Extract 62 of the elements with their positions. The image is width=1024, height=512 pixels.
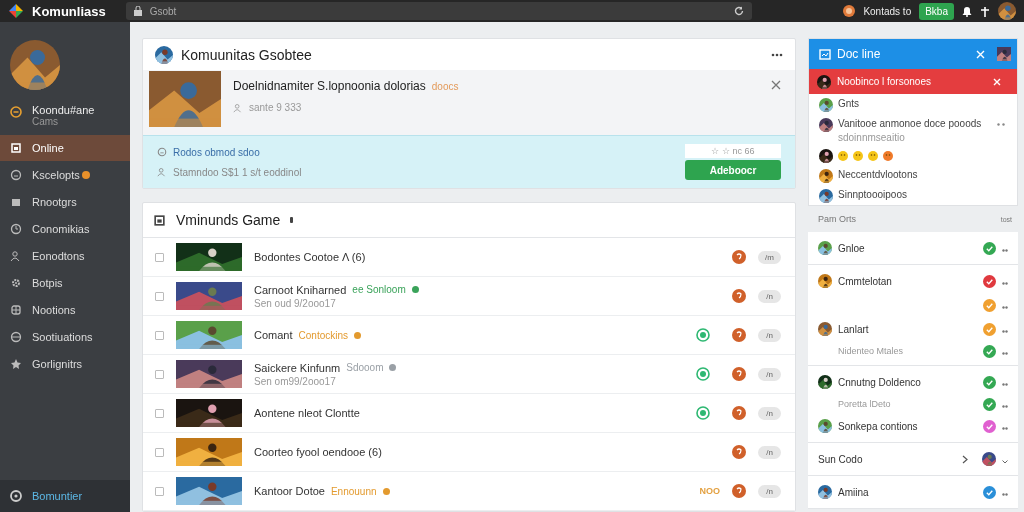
- friend-status: Nidenteo Mtales: [837, 346, 904, 356]
- friend-name[interactable]: Amiina: [838, 486, 869, 498]
- user-name[interactable]: Kontads to: [863, 5, 912, 17]
- sidebar-item[interactable]: Conomikias: [0, 215, 130, 242]
- friend-name[interactable]: Cmmtelotan: [838, 275, 892, 287]
- sidebar-item[interactable]: Gorlignitrs: [0, 350, 130, 377]
- game-title[interactable]: Comant: [254, 329, 293, 341]
- game-title[interactable]: Saickere Kinfunm: [254, 361, 341, 374]
- sidebar-item[interactable]: Online: [0, 135, 130, 161]
- friend-name[interactable]: Cnnutng Doldenco: [838, 376, 921, 388]
- friend-status: Poretta lDeto: [837, 399, 891, 409]
- card-title: Komuunitas Gsobtee: [181, 46, 312, 63]
- game-tag: Sdooom: [346, 362, 384, 373]
- sidebar-item[interactable]: Botpis: [0, 269, 130, 296]
- game-tag: Ennouunn: [330, 485, 377, 497]
- featured-meta: sante 9 333: [249, 102, 302, 113]
- panel-title: Doc line: [837, 47, 882, 61]
- status-pill[interactable]: /n: [758, 406, 781, 420]
- status-pill[interactable]: /n: [758, 328, 781, 342]
- status-pill[interactable]: /m: [758, 250, 781, 264]
- app-title: Komunliass: [32, 3, 106, 19]
- sidebar-item[interactable]: Nootions: [0, 296, 130, 323]
- featured-title: Doelnidnamiter S.lopnoonia dolorias: [233, 79, 426, 93]
- game-title[interactable]: Kantoor Dotoe: [254, 485, 325, 497]
- game-title[interactable]: Coorteo fyool oendooe (6): [254, 446, 382, 458]
- sidebar-item[interactable]: Eonodtons: [0, 242, 130, 269]
- notification-text: Gnts: [838, 98, 861, 109]
- game-title[interactable]: Bodontes Cootoe Λ (6): [254, 251, 366, 263]
- notification-text: Sinnptoooipoos: [838, 189, 908, 200]
- profile-subtitle: Cams: [32, 116, 60, 127]
- sidebar-footer[interactable]: Bomuntier: [0, 480, 130, 512]
- status-pill[interactable]: /n: [758, 289, 781, 303]
- notification-text: Neccentdvlootons: [838, 169, 919, 180]
- list-title: Vminunds Game: [176, 212, 281, 228]
- sidebar-item[interactable]: Sootiuations: [0, 323, 130, 350]
- game-subtitle: Sen oud 9/2ooo17: [254, 297, 337, 309]
- game-title[interactable]: Aontene nleot Clontte: [254, 407, 360, 419]
- game-title[interactable]: Carnoot Kniharned: [254, 283, 347, 296]
- friend-name[interactable]: Sun Codo: [818, 453, 863, 465]
- friend-name[interactable]: Sonkepa contions: [838, 420, 918, 432]
- section-label: Pam Orts: [818, 214, 856, 224]
- alert-text: Noobinco l forsonoes: [837, 76, 932, 87]
- game-note: NOO: [699, 486, 720, 496]
- profile-name: Koondu#ane: [32, 104, 95, 116]
- tally-text: ☆ ☆ nc 66: [685, 144, 781, 158]
- friend-name[interactable]: Lanlart: [838, 323, 869, 335]
- sidebar-item[interactable]: Rnootgrs: [0, 188, 130, 215]
- sidebar-item[interactable]: Kscelopts: [0, 161, 130, 188]
- game-tag: Contockins: [298, 329, 348, 341]
- banner-link[interactable]: Rodos obmod sdoo: [173, 146, 260, 158]
- status-pill[interactable]: /n: [758, 367, 781, 381]
- status-pill[interactable]: /n: [758, 445, 781, 459]
- game-subtitle: Sen om99/2ooo17: [254, 375, 337, 387]
- message-subtitle: sdoinnmseaitio: [838, 132, 906, 143]
- status-pill[interactable]: /n: [758, 484, 781, 498]
- message-text: Vanitooe anmonoe doce pooods: [838, 118, 983, 129]
- friend-name[interactable]: Gnloe: [838, 242, 865, 254]
- game-tag: ee Sonloom: [352, 284, 406, 295]
- featured-tag: doocs: [431, 80, 459, 92]
- banner-text: Stamndoo S$1 1 s/t eoddinol: [173, 166, 302, 178]
- search-bar[interactable]: Gsobt: [125, 2, 752, 20]
- search-field[interactable]: Gsobt: [149, 5, 726, 17]
